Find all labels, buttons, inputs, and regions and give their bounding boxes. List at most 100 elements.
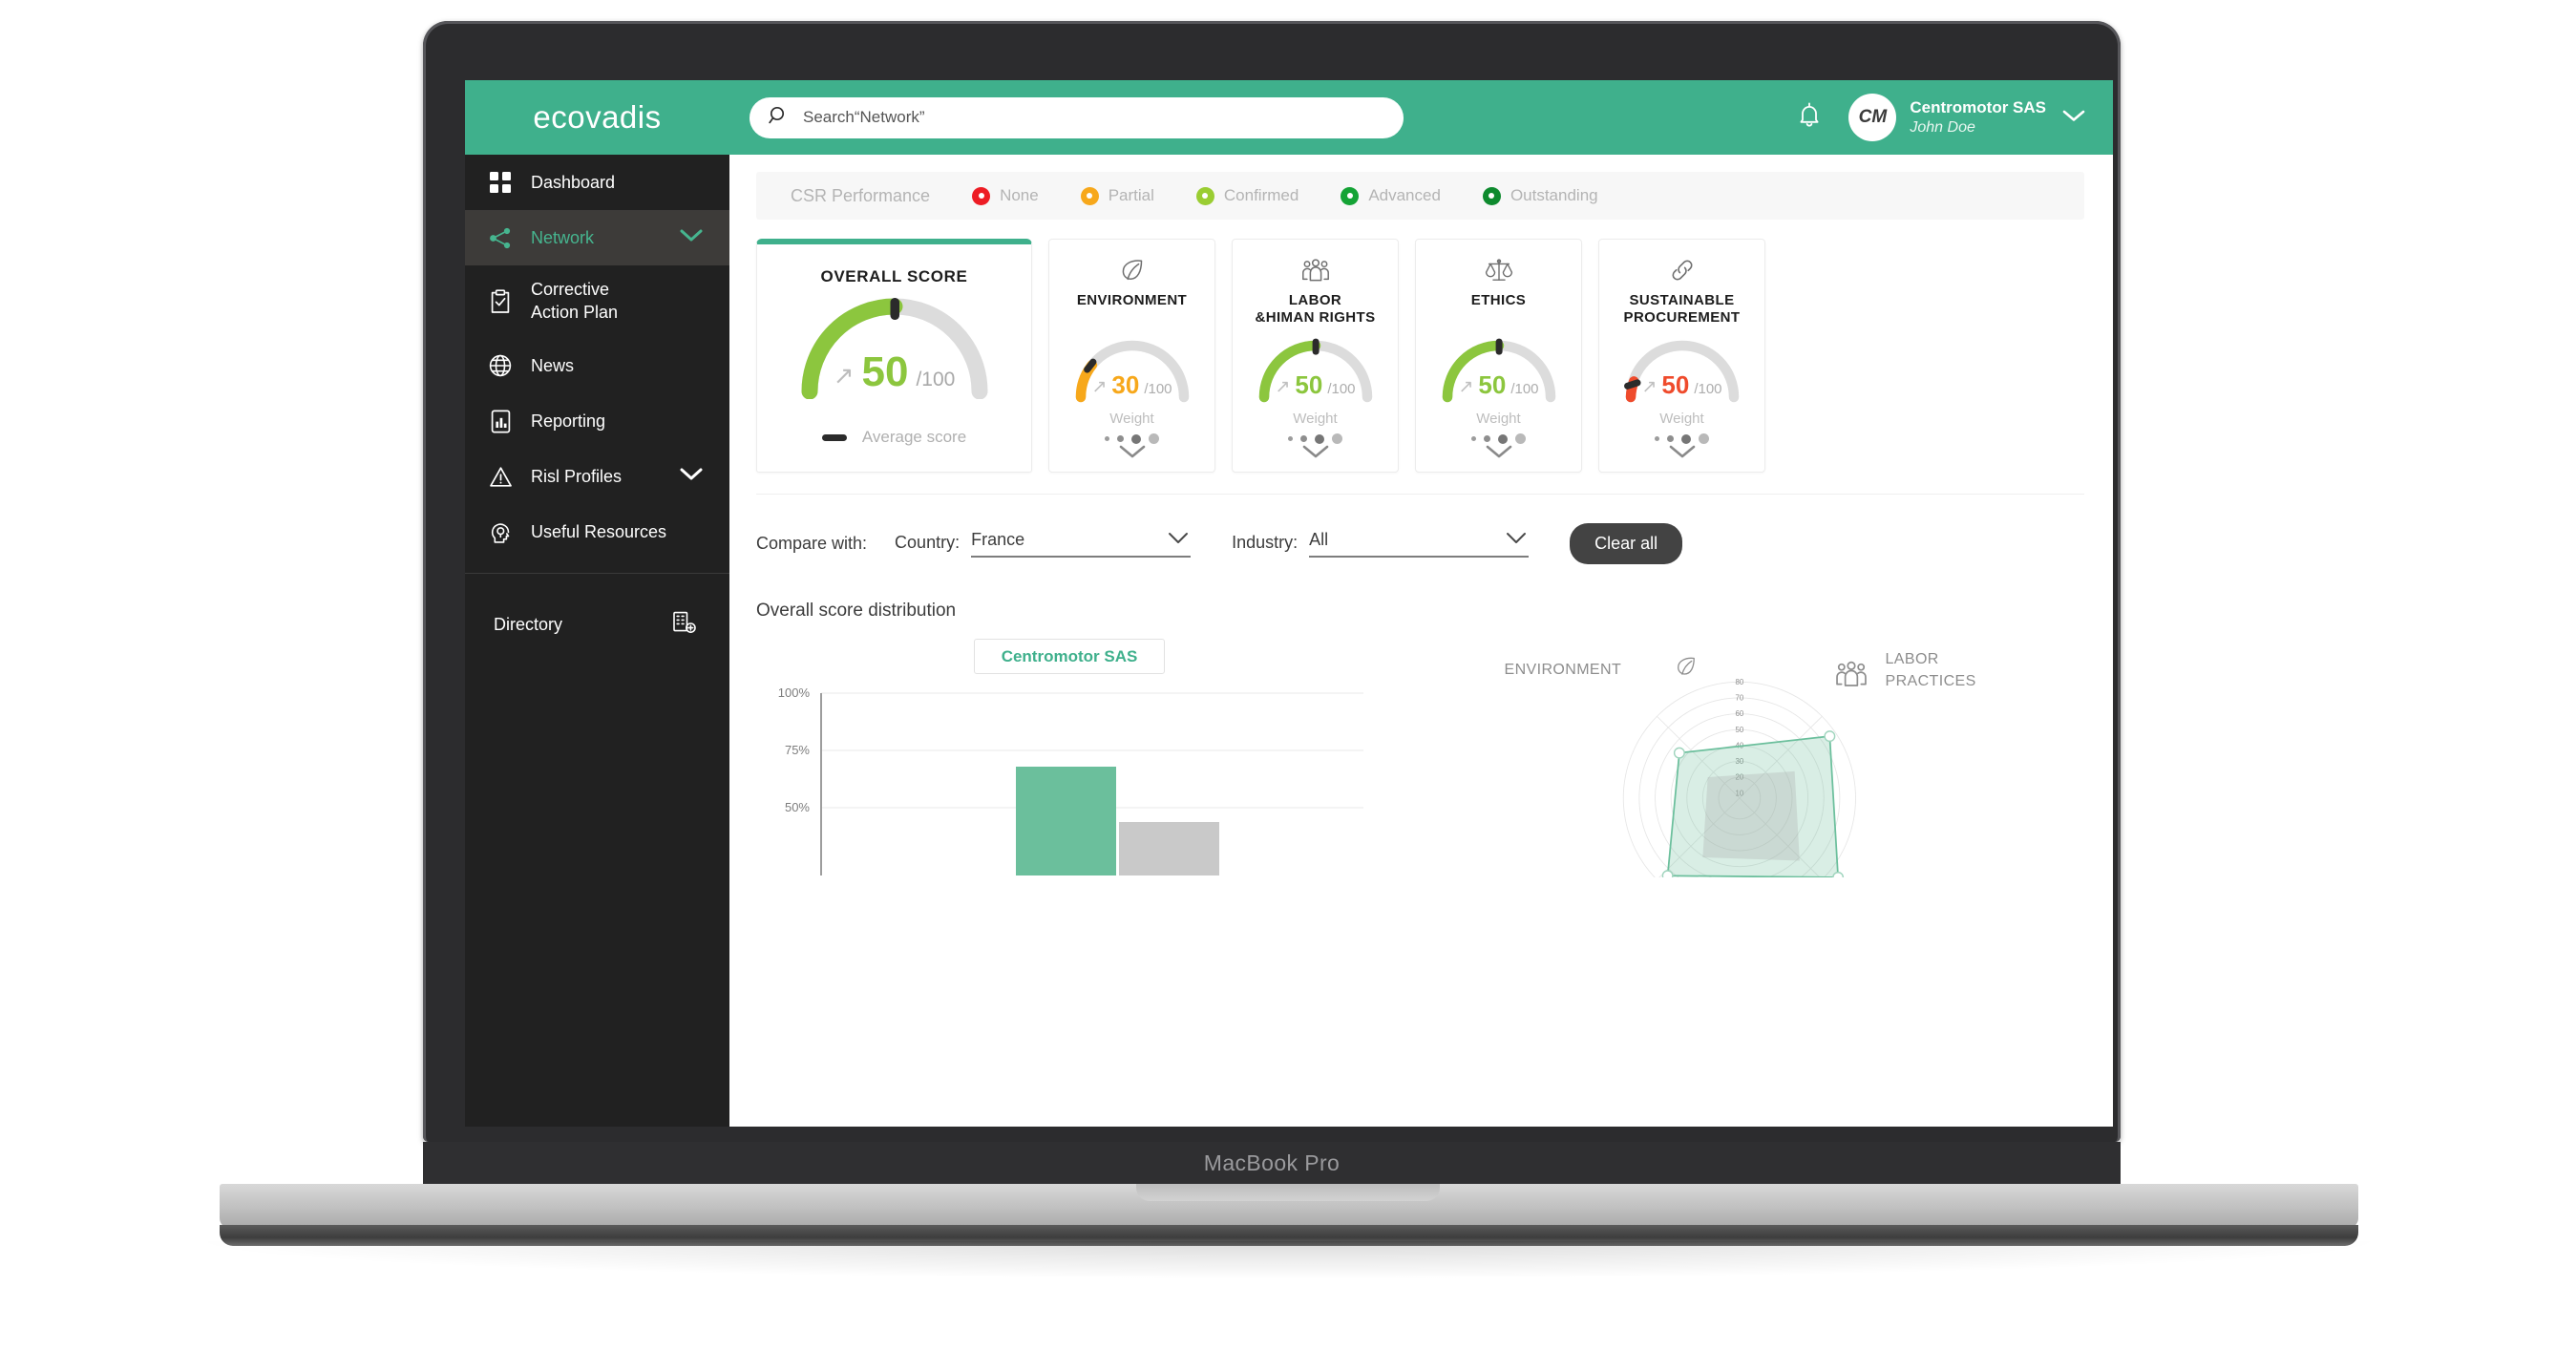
theme-card-ethics[interactable]: ETHICS ↗ 50 /100 Weight	[1415, 239, 1582, 473]
sidebar-item-label: Reporting	[531, 411, 606, 431]
theme-card-sustainable-procurement[interactable]: SUSTAINABLE PROCUREMENT ↗ 50 /100 Weight	[1598, 239, 1765, 473]
status-dot-outstanding	[1482, 186, 1501, 205]
laptop-screen: ecovadis Search“Network” CM Centromotor …	[465, 80, 2113, 1127]
sidebar-item-risk-profiles[interactable]: Risl Profiles	[465, 449, 729, 504]
sidebar: Dashboard Network Corrective Action Plan…	[465, 155, 729, 1127]
expand-card-chevron-down-icon[interactable]	[1049, 443, 1214, 460]
overall-score-denominator: /100	[916, 369, 956, 390]
leaf-icon	[1118, 254, 1147, 286]
overall-score-card[interactable]: OVERALL SCORE ↗ 50 /100 Average score	[756, 239, 1032, 473]
legend-label: Partial	[1108, 186, 1154, 204]
laptop-base-notch	[1136, 1184, 1440, 1201]
average-score-label: Average score	[861, 428, 967, 446]
expand-card-chevron-down-icon[interactable]	[1233, 443, 1398, 460]
expand-card-chevron-down-icon[interactable]	[1416, 443, 1581, 460]
status-dot-none	[972, 186, 991, 205]
theme-card-environment[interactable]: ENVIRONMENT ↗ 30 /100 Weight	[1048, 239, 1215, 473]
labor-score-value: ↗ 50 /100	[1254, 372, 1378, 397]
legend-label: Outstanding	[1510, 186, 1598, 204]
sidebar-item-corrective-action-plan[interactable]: Corrective Action Plan	[465, 265, 729, 338]
globe-icon	[488, 353, 513, 378]
environment-score-value: ↗ 30 /100	[1070, 372, 1194, 397]
search-bar[interactable]	[750, 96, 1404, 138]
weight-label: Weight	[1659, 411, 1704, 427]
ethics-gauge-wrap: ↗ 50 /100	[1437, 334, 1561, 405]
weight-label: Weight	[1476, 411, 1521, 427]
legend-item-advanced[interactable]: Advanced	[1341, 186, 1441, 205]
sidebar-item-useful-resources[interactable]: Useful Resources	[465, 504, 729, 559]
weight-dot	[1667, 435, 1674, 442]
avatar-initials: CM	[1858, 107, 1888, 127]
weight-dot	[1681, 433, 1691, 444]
sidebar-divider	[465, 573, 729, 574]
status-dot-confirmed	[1195, 186, 1214, 205]
sustainable-procurement-gauge-wrap: ↗ 50 /100	[1620, 334, 1744, 405]
industry-filter: Industry: All	[1232, 530, 1530, 558]
arrow-up-right-icon: ↗	[1458, 377, 1474, 397]
scales-icon	[1485, 254, 1513, 286]
country-select-value: France	[971, 530, 1025, 549]
legend-label: None	[1000, 186, 1039, 204]
ecovadis-logo[interactable]: ecovadis	[465, 99, 729, 136]
theme-title-line-2: &HIMAN RIGHTS	[1255, 309, 1376, 326]
ecovadis-app: ecovadis Search“Network” CM Centromotor …	[465, 80, 2113, 1127]
r-tick-50: 50	[1735, 726, 1743, 734]
bar-chart-svg: 100% 75% 50%	[778, 686, 1363, 875]
sidebar-item-label: Dashboard	[531, 172, 616, 192]
radar-label-line-1: LABOR	[1885, 651, 1939, 667]
people-icon	[1300, 254, 1331, 286]
clipboard-check-icon	[488, 289, 513, 314]
expand-card-chevron-down-icon[interactable]	[1599, 443, 1764, 460]
device-label: MacBook Pro	[1203, 1150, 1341, 1175]
industry-select[interactable]: All	[1309, 530, 1530, 558]
top-bar-right: CM Centromotor SAS John Doe	[1795, 94, 2113, 141]
sidebar-item-label: Risl Profiles	[531, 466, 623, 486]
theme-card-labor-human-rights[interactable]: LABOR &HIMAN RIGHTS ↗ 50 /100 Weight	[1232, 239, 1399, 473]
theme-title: ETHICS	[1470, 292, 1527, 308]
sidebar-item-dashboard[interactable]: Dashboard	[465, 155, 729, 210]
clear-all-button[interactable]: Clear all	[1570, 523, 1683, 564]
chart-legend-company-pill[interactable]: Centromotor SAS	[974, 639, 1165, 674]
sustainable-procurement-score-value: ↗ 50 /100	[1620, 372, 1744, 397]
chevron-down-icon[interactable]	[2059, 107, 2088, 129]
user-menu[interactable]: CM Centromotor SAS John Doe	[1848, 94, 2088, 141]
bell-icon[interactable]	[1795, 100, 1824, 136]
overall-score-title: OVERALL SCORE	[820, 267, 968, 285]
label-line-2: Action Plan	[531, 303, 619, 322]
arrow-up-right-icon: ↗	[1091, 377, 1108, 397]
sidebar-item-directory[interactable]: Directory	[465, 595, 729, 654]
y-tick-100: 100%	[778, 686, 811, 700]
industry-label: Industry:	[1232, 533, 1299, 552]
legend-item-outstanding[interactable]: Outstanding	[1482, 186, 1598, 205]
country-select[interactable]: France	[971, 530, 1192, 558]
theme-score-denominator: /100	[1327, 381, 1356, 397]
legend-item-none[interactable]: None	[972, 186, 1039, 205]
sidebar-item-reporting[interactable]: Reporting	[465, 393, 729, 449]
weight-dot	[1315, 433, 1324, 444]
weight-dot	[1117, 435, 1124, 442]
weight-label: Weight	[1293, 411, 1338, 427]
theme-score-number: 50	[1478, 370, 1507, 399]
score-cards-row: OVERALL SCORE ↗ 50 /100 Average score EN…	[756, 239, 2084, 473]
search-input[interactable]	[803, 108, 1386, 127]
theme-title-line-1: SUSTAINABLE	[1629, 292, 1735, 308]
main-content: CSR Performance None Partial Confirmed A…	[729, 155, 2113, 1127]
sidebar-item-network[interactable]: Network	[465, 210, 729, 265]
sidebar-item-news[interactable]: News	[465, 338, 729, 393]
avatar: CM	[1848, 94, 1897, 141]
legend-item-partial[interactable]: Partial	[1080, 186, 1154, 205]
theme-title-line-1: LABOR	[1288, 292, 1342, 308]
chevron-down-icon[interactable]	[678, 466, 705, 487]
sidebar-item-label: Network	[531, 227, 595, 247]
compare-with-label: Compare with:	[756, 534, 868, 553]
csr-performance-legend: CSR Performance None Partial Confirmed A…	[756, 172, 2084, 220]
weight-label: Weight	[1109, 411, 1154, 427]
legend-item-confirmed[interactable]: Confirmed	[1195, 186, 1299, 205]
y-tick-50: 50%	[785, 800, 810, 814]
y-tick-75: 75%	[785, 743, 810, 757]
chevron-down-icon[interactable]	[678, 227, 705, 248]
weight-dot	[1105, 436, 1109, 441]
laptop-shadow	[181, 1241, 2397, 1279]
status-dot-advanced	[1341, 186, 1360, 205]
grid-icon	[488, 170, 513, 195]
